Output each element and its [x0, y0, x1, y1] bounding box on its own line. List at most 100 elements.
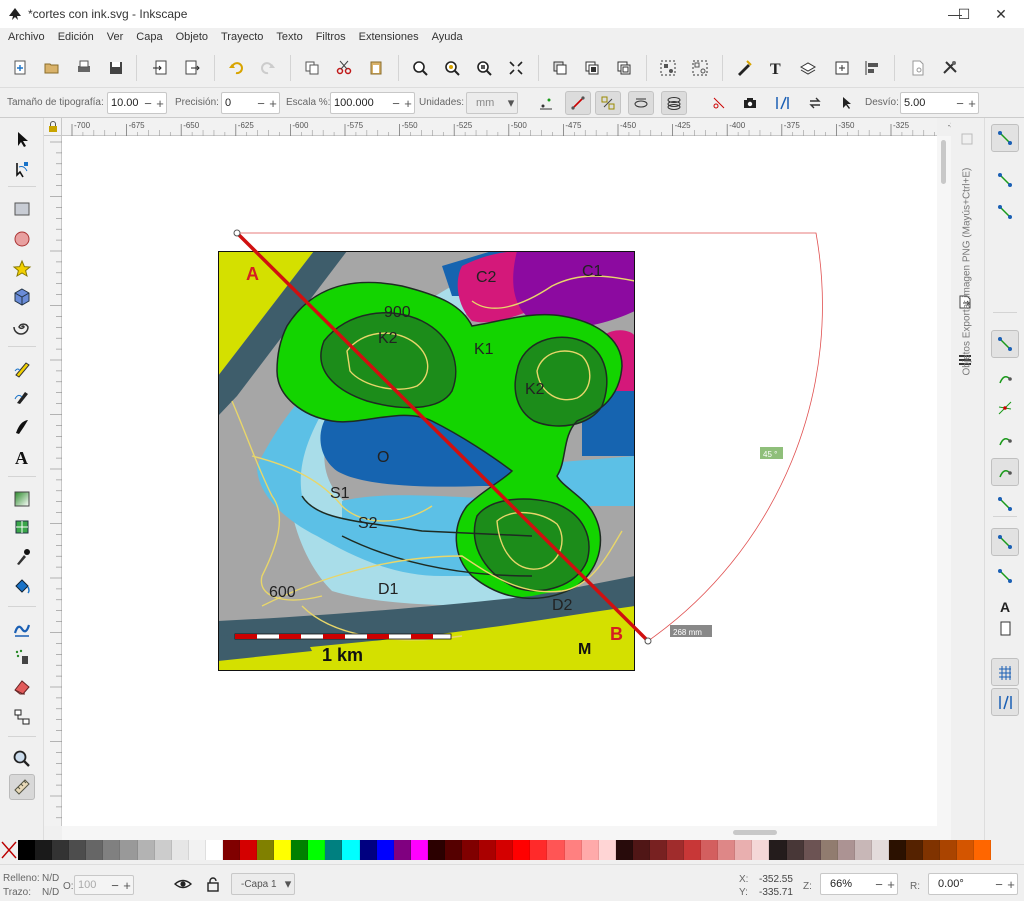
palette-swatch[interactable]: [786, 840, 804, 860]
palette-swatch[interactable]: [444, 840, 463, 860]
palette-swatch[interactable]: [513, 840, 531, 860]
palette-swatch[interactable]: [684, 840, 702, 860]
zoom-increment[interactable]: +: [885, 877, 897, 892]
palette-swatch[interactable]: [427, 840, 445, 860]
snap-guide-button[interactable]: [991, 688, 1019, 716]
tool-calligraphy[interactable]: [9, 414, 35, 440]
palette-swatch[interactable]: [496, 840, 514, 860]
palette-swatch[interactable]: [410, 840, 428, 860]
palette-swatch[interactable]: [325, 840, 343, 860]
measure-segments-button[interactable]: [595, 91, 621, 115]
snap-grid-button[interactable]: [991, 658, 1019, 686]
snap-midpoint-button[interactable]: [991, 490, 1019, 518]
palette-swatch[interactable]: [701, 840, 719, 860]
palette-swatch[interactable]: [649, 840, 667, 860]
tool-connector[interactable]: [9, 704, 35, 730]
precision-decrement[interactable]: −: [255, 96, 267, 111]
palette-swatch[interactable]: [837, 840, 855, 860]
palette-swatch[interactable]: [342, 840, 360, 860]
snap-nodes-button[interactable]: [991, 330, 1019, 358]
palette-swatch[interactable]: [581, 840, 599, 860]
scale-increment[interactable]: +: [402, 96, 414, 111]
rotation-spin[interactable]: 0.00° − +: [928, 873, 1018, 895]
palette-swatch[interactable]: [376, 840, 394, 860]
vertical-ruler[interactable]: [44, 136, 62, 826]
lock-layer-icon[interactable]: [206, 876, 220, 895]
horizontal-scroll-thumb[interactable]: [733, 830, 777, 835]
menu-objeto[interactable]: Objeto: [176, 31, 208, 43]
palette-swatch[interactable]: [479, 840, 497, 860]
menu-capa[interactable]: Capa: [136, 31, 162, 43]
horizontal-scrollbar[interactable]: [62, 826, 951, 840]
palette-swatch[interactable]: [52, 840, 70, 860]
text-font-button[interactable]: T: [765, 57, 787, 79]
group-button[interactable]: [657, 57, 679, 79]
tool-mesh[interactable]: [9, 514, 35, 540]
palette-scroll[interactable]: [991, 840, 1024, 860]
dock-handle[interactable]: [960, 132, 974, 146]
palette-swatch[interactable]: [974, 840, 992, 860]
tool-eraser[interactable]: [9, 674, 35, 700]
menu-archivo[interactable]: Archivo: [8, 31, 45, 43]
menu-texto[interactable]: Texto: [276, 31, 302, 43]
precision-spin[interactable]: 0 − +: [221, 92, 280, 114]
menu-ver[interactable]: Ver: [107, 31, 124, 43]
palette-swatch[interactable]: [240, 840, 258, 860]
palette-swatch[interactable]: [308, 840, 326, 860]
precision-increment[interactable]: +: [267, 96, 279, 111]
print-button[interactable]: [73, 57, 95, 79]
paste-button[interactable]: [365, 57, 387, 79]
tool-dropper[interactable]: [9, 544, 35, 570]
horizontal-ruler[interactable]: -700 -675 -650 -625 -600 -575 -550 -525 -500 -475…: [62, 118, 990, 136]
opacity-decrement[interactable]: −: [109, 878, 121, 893]
palette-swatch[interactable]: [769, 840, 787, 860]
fill-value[interactable]: N/D: [42, 873, 59, 884]
import-button[interactable]: [149, 57, 171, 79]
measure-reverse-button[interactable]: [706, 91, 732, 115]
offset-increment[interactable]: +: [966, 96, 978, 111]
offset-spin[interactable]: 5.00 − +: [900, 92, 979, 114]
scale-decrement[interactable]: −: [390, 96, 402, 111]
preferences-button[interactable]: [939, 57, 961, 79]
vertical-scrollbar[interactable]: [937, 136, 951, 826]
measure-between-button[interactable]: [565, 91, 591, 115]
tool-star[interactable]: [9, 256, 35, 282]
xml-editor-button[interactable]: [733, 57, 755, 79]
copy-button[interactable]: [301, 57, 323, 79]
palette-swatch[interactable]: [257, 840, 275, 860]
measure-guides-button[interactable]: [769, 91, 795, 115]
tool-rectangle[interactable]: [9, 196, 35, 222]
font-size-spin[interactable]: 10.00 − +: [107, 92, 167, 114]
palette-swatch[interactable]: [35, 840, 53, 860]
snap-cusp-button[interactable]: [991, 426, 1019, 454]
tool-pen[interactable]: [9, 384, 35, 410]
snap-toggle-button[interactable]: [991, 124, 1019, 152]
cut-button[interactable]: [333, 57, 355, 79]
palette-swatch[interactable]: [957, 840, 975, 860]
clone-button[interactable]: [581, 57, 603, 79]
measure-ignore-first-button[interactable]: [533, 91, 559, 115]
units-select[interactable]: mm ▾: [466, 92, 518, 114]
snap-smooth-button[interactable]: [991, 458, 1019, 486]
snap-bbox-edge-button[interactable]: [991, 198, 1019, 226]
opacity-increment[interactable]: +: [121, 878, 133, 893]
palette-swatch[interactable]: [820, 840, 838, 860]
snap-center-button[interactable]: [991, 528, 1019, 556]
measure-to-item-button[interactable]: [833, 91, 859, 115]
zoom-spin[interactable]: 66% − +: [820, 873, 898, 895]
zoom-selection-button[interactable]: [409, 57, 431, 79]
palette-swatch[interactable]: [222, 840, 241, 860]
tool-gradient[interactable]: [9, 486, 35, 512]
palette-swatch[interactable]: [923, 840, 941, 860]
measure-hidden-button[interactable]: [628, 91, 654, 115]
duplicate-button[interactable]: [549, 57, 571, 79]
palette-swatch[interactable]: [291, 840, 309, 860]
scale-spin[interactable]: 100.000 − +: [330, 92, 415, 114]
palette-swatch[interactable]: [547, 840, 565, 860]
redo-button[interactable]: [257, 57, 279, 79]
palette-swatch[interactable]: [718, 840, 736, 860]
document-properties-button[interactable]: [907, 57, 929, 79]
layer-select[interactable]: -Capa 1 ▾: [231, 873, 295, 895]
rotation-decrement[interactable]: −: [993, 877, 1005, 892]
palette-swatch[interactable]: [103, 840, 121, 860]
